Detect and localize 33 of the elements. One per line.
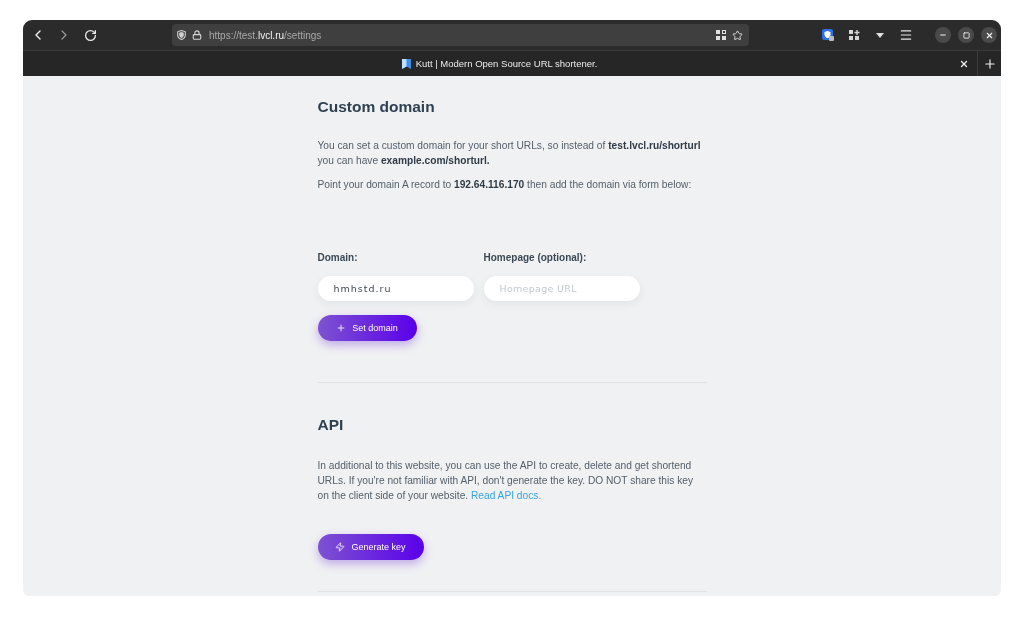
- grid-icon[interactable]: [716, 30, 726, 40]
- minimize-icon: [939, 31, 947, 39]
- address-bar[interactable]: https://test.lvcl.ru/settings: [172, 24, 749, 46]
- plus-icon: [336, 323, 347, 333]
- close-icon: [984, 30, 994, 40]
- caret-down-icon: [876, 32, 884, 38]
- paragraph: In additional to this website, you can use the API to create, delete and get shortend URLs. If you're not familiar with API, don't generate the key. DO NOT share this key on the client side of your website. Read API docs.: [317, 459, 695, 503]
- field-label: Domain:: [317, 251, 359, 265]
- close-window-button[interactable]: [981, 27, 997, 43]
- generate-key-button[interactable]: Generate key: [317, 534, 424, 560]
- minimize-button[interactable]: [935, 27, 951, 43]
- section-title: API: [317, 415, 345, 435]
- lock-icon: [192, 30, 202, 40]
- section-title: Custom domain: [317, 97, 436, 117]
- text-input[interactable]: hmhstd.ru: [317, 276, 474, 301]
- field-label: Homepage (optional):: [483, 251, 588, 265]
- reload-icon: [83, 28, 97, 42]
- menu-icon: [899, 28, 913, 42]
- maximize-icon: [962, 31, 970, 39]
- star-icon[interactable]: [732, 29, 743, 41]
- set-domain-button[interactable]: Set domain: [317, 315, 417, 341]
- lightning-icon: [335, 542, 346, 552]
- paragraph: Point your domain A record to 192.64.116.170 then add the domain via form below:: [317, 178, 693, 192]
- bookmark-favicon-icon: [401, 58, 411, 69]
- browser-tab[interactable]: Kutt | Modern Open Source URL shortener.: [23, 51, 978, 76]
- paragraph: You can set a custom domain for your short URLs, so instead of test.lvcl.ru/shorturl you can have example.com/shorturl.: [317, 139, 702, 168]
- shield-icon[interactable]: [177, 30, 186, 40]
- maximize-button[interactable]: [958, 27, 974, 43]
- plus-icon: [982, 56, 997, 71]
- grid-plus-icon: [848, 29, 860, 41]
- close-icon: [959, 58, 969, 69]
- shield-extension-icon: [822, 29, 834, 41]
- url-text: https://test.lvcl.ru/settings: [209, 29, 323, 41]
